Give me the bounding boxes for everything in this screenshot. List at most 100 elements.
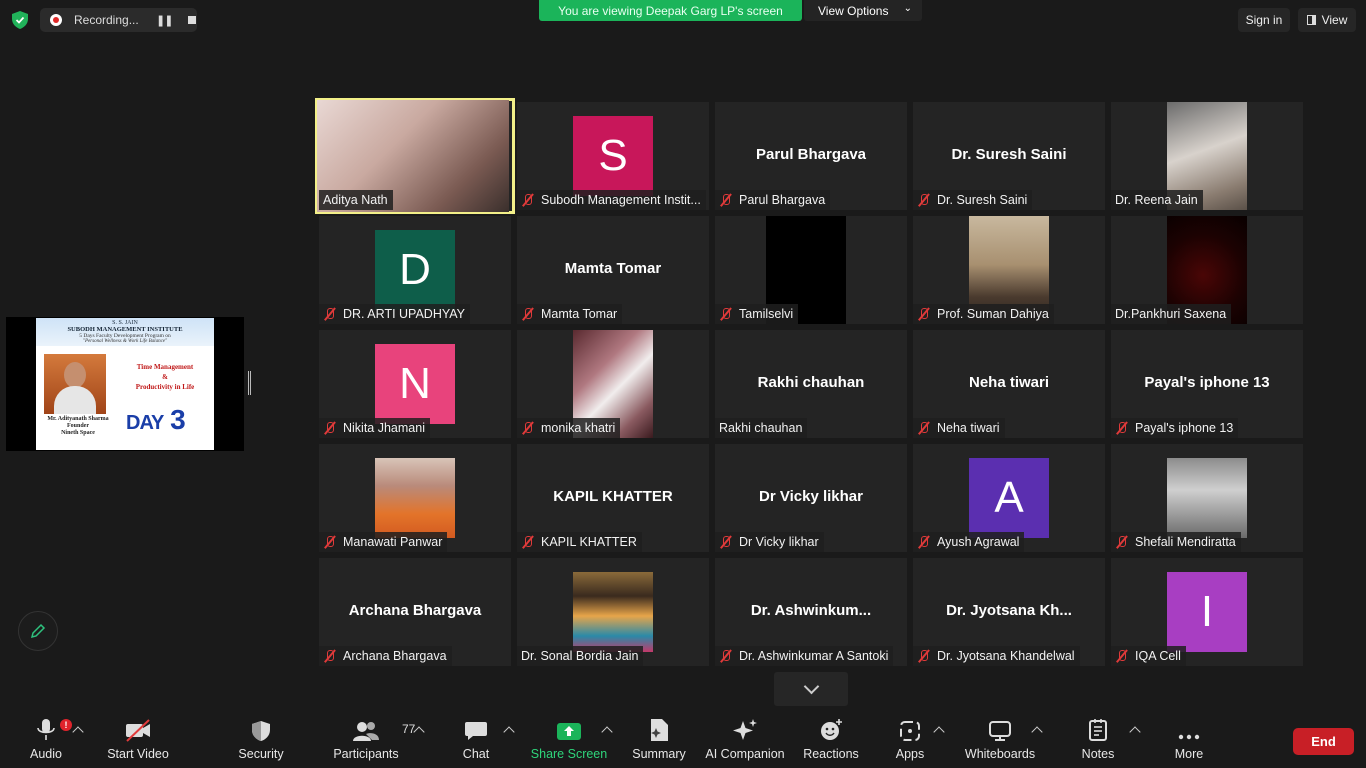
participant-name: Dr. Suresh Saini (937, 193, 1028, 207)
participant-tile[interactable]: Aditya Nath (315, 98, 515, 214)
participant-name: Dr. Ashwinkumar A Santoki (739, 649, 889, 663)
notes-label: Notes (1081, 747, 1115, 761)
participant-tile[interactable]: Rakhi chauhan Rakhi chauhan (715, 330, 907, 438)
chat-bubble-icon (464, 712, 488, 742)
view-button[interactable]: View (1298, 8, 1356, 32)
participant-tile[interactable]: Prof. Suman Dahiya (913, 216, 1105, 324)
share-screen-button[interactable]: Share Screen (531, 712, 607, 768)
mic-muted-icon (917, 307, 931, 321)
whiteboards-label: Whiteboards (964, 747, 1036, 761)
participant-tile[interactable]: S Subodh Management Instit... (517, 102, 709, 210)
audio-options-caret[interactable] (72, 726, 84, 738)
participant-display-name: Archana Bhargava (348, 602, 482, 619)
participant-name: Dr Vicky likhar (739, 535, 819, 549)
participant-tile[interactable]: monika khatri (517, 330, 709, 438)
start-video-button[interactable]: Start Video (104, 712, 172, 768)
slide-text: Time Management (136, 363, 194, 371)
participant-tile[interactable]: Dr. Suresh Saini Dr. Suresh Saini (913, 102, 1105, 210)
participant-name: Subodh Management Instit... (541, 193, 701, 207)
chevron-down-icon (803, 678, 819, 694)
participant-tile[interactable]: D DR. ARTI UPADHYAY (319, 216, 511, 324)
participant-tile[interactable]: Tamilselvi (715, 216, 907, 324)
notes-options-caret[interactable] (1129, 726, 1141, 738)
ai-companion-button[interactable]: AI Companion (704, 712, 786, 768)
summary-button[interactable]: Summary (630, 712, 688, 768)
slide-text: & (162, 373, 168, 381)
mic-muted-icon (1115, 649, 1129, 663)
participant-tile[interactable]: KAPIL KHATTER KAPIL KHATTER (517, 444, 709, 552)
speaker-photo (44, 354, 106, 414)
participant-display-name: KAPIL KHATTER (553, 488, 673, 505)
participants-button[interactable]: 77 Participants (332, 712, 415, 768)
smiley-icon (819, 712, 843, 742)
more-button[interactable]: More (1170, 712, 1208, 768)
ai-sparkle-icon (732, 712, 758, 742)
participant-display-name: Mamta Tomar (564, 260, 662, 277)
participant-tile[interactable]: Shefali Mendiratta (1111, 444, 1303, 552)
participant-display-name: Dr Vicky likhar (759, 488, 863, 505)
stop-recording-icon[interactable] (188, 16, 197, 24)
participant-name-label: Dr. Reena Jain (1111, 190, 1203, 210)
participant-name-label: Dr.Pankhuri Saxena (1111, 304, 1232, 324)
audio-button[interactable]: ! Audio (22, 712, 72, 768)
slide-text: 3 (170, 404, 186, 435)
recording-pill: Recording... ❚❚ (40, 8, 197, 32)
participant-tile[interactable]: Dr.Pankhuri Saxena (1111, 216, 1303, 324)
notes-button[interactable]: Notes (1078, 712, 1118, 768)
participant-name-label: Aditya Nath (319, 190, 393, 210)
chat-options-caret[interactable] (503, 726, 515, 738)
participant-name-label: Archana Bhargava (319, 646, 452, 666)
reactions-button[interactable]: Reactions (802, 712, 860, 768)
ai-companion-label: AI Companion (705, 747, 785, 761)
pause-recording-icon[interactable]: ❚❚ (156, 14, 173, 27)
participant-tile[interactable]: A Ayush Agrawal (913, 444, 1105, 552)
participant-name: DR. ARTI UPADHYAY (343, 307, 466, 321)
participant-tile[interactable]: N Nikita Jhamani (319, 330, 511, 438)
mic-muted-icon (917, 421, 931, 435)
annotate-pencil-button[interactable] (18, 611, 58, 651)
participant-video (375, 458, 455, 538)
participant-tile[interactable]: Dr. Jyotsana Kh... Dr. Jyotsana Khandelwa… (913, 558, 1105, 666)
view-options-button[interactable]: View Options ⌄ (804, 0, 922, 21)
recording-label: Recording... (74, 13, 139, 27)
participant-tile[interactable]: Dr Vicky likhar Dr Vicky likhar (715, 444, 907, 552)
shared-slide: S. S. JAIN SUBODH MANAGEMENT INSTITUTE 5… (36, 318, 214, 450)
participant-tile[interactable]: Dr. Reena Jain (1111, 102, 1303, 210)
participant-name: Prof. Suman Dahiya (937, 307, 1049, 321)
participant-tile[interactable]: Mamta Tomar Mamta Tomar (517, 216, 709, 324)
apps-options-caret[interactable] (933, 726, 945, 738)
participant-name-label: Tamilselvi (715, 304, 799, 324)
mic-muted-icon (521, 193, 535, 207)
next-page-button[interactable] (774, 672, 848, 706)
participant-tile[interactable]: Parul Bhargava Parul Bhargava (715, 102, 907, 210)
mic-muted-icon (917, 193, 931, 207)
mic-muted-icon (323, 535, 337, 549)
mic-muted-icon (719, 649, 733, 663)
participant-tile[interactable]: Payal's iphone 13 Payal's iphone 13 (1111, 330, 1303, 438)
participant-tile[interactable]: Dr. Sonal Bordia Jain (517, 558, 709, 666)
mic-muted-icon (917, 535, 931, 549)
participant-tile[interactable]: Manawati Panwar (319, 444, 511, 552)
end-meeting-button[interactable]: End (1293, 728, 1354, 755)
sign-in-button[interactable]: Sign in (1238, 8, 1290, 32)
viewing-screen-banner: You are viewing Deepak Garg LP's screen (539, 0, 802, 21)
participant-tile[interactable]: I IQA Cell (1111, 558, 1303, 666)
security-button[interactable]: Security (234, 712, 288, 768)
participant-tile[interactable]: Archana Bhargava Archana Bhargava (319, 558, 511, 666)
apps-button[interactable]: Apps (890, 712, 930, 768)
view-label: View (1321, 13, 1348, 27)
participant-name: Ayush Agrawal (937, 535, 1020, 549)
mic-muted-icon (521, 535, 535, 549)
participant-name: Manawati Panwar (343, 535, 443, 549)
resize-handle[interactable] (248, 371, 251, 395)
whiteboards-button[interactable]: Whiteboards (962, 712, 1038, 768)
participant-tile[interactable]: Neha tiwari Neha tiwari (913, 330, 1105, 438)
slide-text: "Personal Wellness & Work Life Balance" (82, 339, 168, 344)
participant-avatar: S (573, 116, 653, 196)
participant-name: Neha tiwari (937, 421, 1000, 435)
chat-label: Chat (462, 747, 490, 761)
chat-button[interactable]: Chat (458, 712, 494, 768)
participant-tile[interactable]: Dr. Ashwinkum... Dr. Ashwinkumar A Santok… (715, 558, 907, 666)
shield-check-icon[interactable] (12, 11, 28, 29)
whiteboard-icon (988, 712, 1012, 742)
